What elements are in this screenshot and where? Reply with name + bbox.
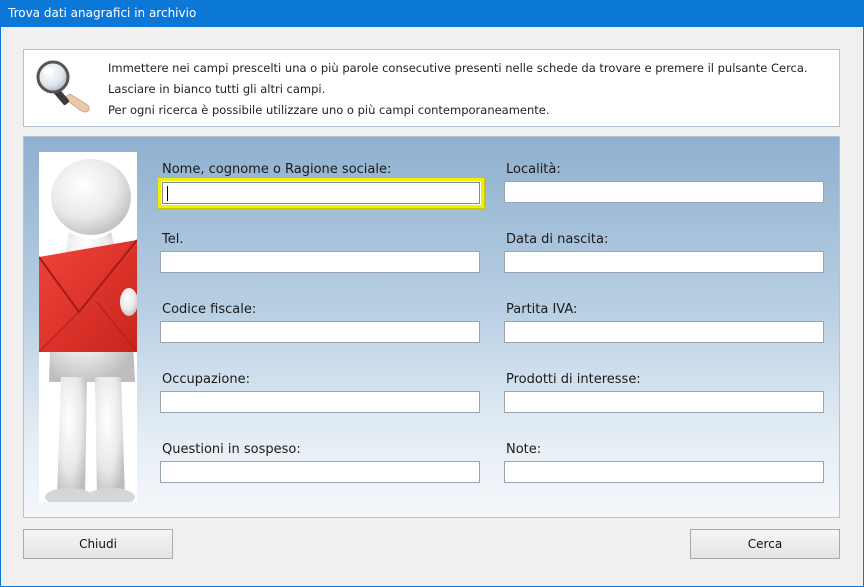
tel-label: Tel. [162, 232, 184, 247]
questioni-label: Questioni in sospeso: [162, 442, 301, 457]
occupazione-label: Occupazione: [162, 372, 250, 387]
prodotti-label: Prodotti di interesse: [506, 372, 641, 387]
text-cursor [167, 186, 168, 201]
nome-field-focus[interactable] [158, 178, 484, 208]
instruction-line-1: Immettere nei campi prescelti una o più … [108, 61, 808, 75]
nascita-label: Data di nascita: [506, 232, 609, 247]
note-label: Note: [506, 442, 542, 457]
iva-label: Partita IVA: [506, 302, 578, 317]
person-envelope-illustration [39, 152, 137, 502]
instruction-line-3: Per ogni ricerca è possibile utilizzare … [108, 103, 550, 117]
prodotti-input[interactable] [504, 391, 824, 413]
cf-label: Codice fiscale: [162, 302, 257, 317]
close-button[interactable]: Chiudi [23, 529, 173, 559]
nome-label: Nome, cognome o Ragione sociale: [162, 162, 392, 177]
questioni-input[interactable] [160, 461, 480, 483]
nascita-input[interactable] [504, 251, 824, 273]
localita-input[interactable] [504, 181, 824, 203]
localita-label: Località: [506, 162, 561, 177]
title-bar: Trova dati anagrafici in archivio [0, 0, 864, 27]
search-form-panel: Nome, cognome o Ragione sociale: Localit… [23, 136, 840, 518]
cf-input[interactable] [160, 321, 480, 343]
magnifier-hand-icon [34, 58, 94, 118]
occupazione-input[interactable] [160, 391, 480, 413]
search-button[interactable]: Cerca [690, 529, 840, 559]
dialog-client: Immettere nei campi prescelti una o più … [1, 27, 863, 586]
instructions-panel: Immettere nei campi prescelti una o più … [23, 49, 840, 127]
tel-input[interactable] [160, 251, 480, 273]
iva-input[interactable] [504, 321, 824, 343]
window-title: Trova dati anagrafici in archivio [8, 6, 197, 20]
note-input[interactable] [504, 461, 824, 483]
nome-input[interactable] [162, 182, 480, 204]
instruction-line-2: Lasciare in bianco tutti gli altri campi… [108, 82, 326, 96]
